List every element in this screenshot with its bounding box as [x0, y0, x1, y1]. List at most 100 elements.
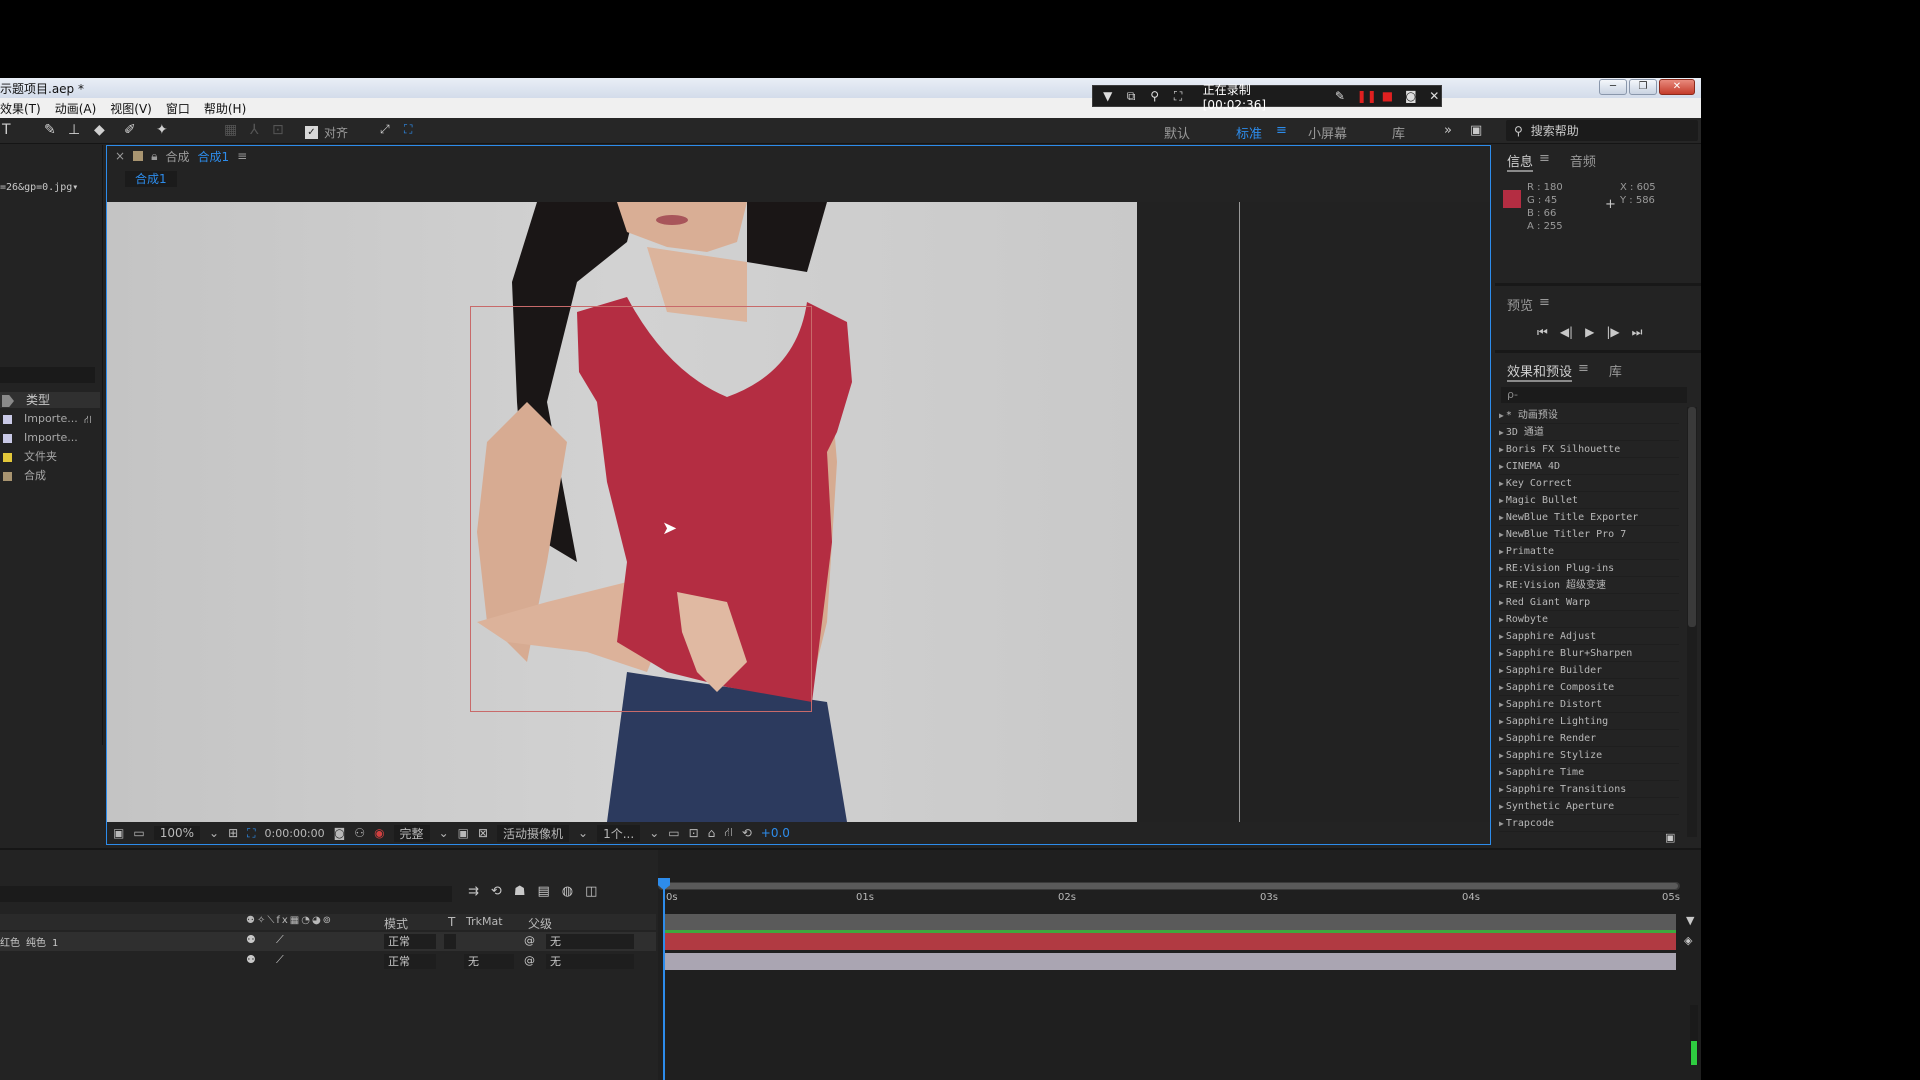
new-preset-icon[interactable]: ▣: [1665, 831, 1675, 844]
layer-parent-select[interactable]: 无: [546, 954, 634, 969]
mode-column-header[interactable]: 模式: [384, 915, 408, 932]
tab-info[interactable]: 信息: [1507, 151, 1534, 172]
shy-switch-icon[interactable]: ⚉: [246, 953, 256, 966]
layer-row[interactable]: ⚉ ⟋ 正常 无 @ 无: [0, 952, 656, 971]
effect-category[interactable]: ▶ 3D 通道: [1499, 424, 1679, 441]
tab-library[interactable]: 库: [1609, 361, 1622, 382]
project-item[interactable]: 合成: [0, 467, 100, 485]
layer-mode-select[interactable]: 正常: [384, 934, 436, 949]
composition-canvas[interactable]: ➤: [107, 202, 1137, 822]
panel-menu-icon[interactable]: ≡: [1539, 295, 1550, 314]
channel-icon[interactable]: ◉: [374, 826, 384, 840]
pen-icon[interactable]: ✎: [1333, 89, 1346, 103]
exposure-value[interactable]: +0.0: [761, 826, 790, 840]
chevron-down-icon[interactable]: ⌄: [209, 826, 219, 840]
time-navigator-range[interactable]: [660, 883, 1678, 889]
effect-category[interactable]: ▶ Sapphire Transitions: [1499, 781, 1679, 798]
effect-category[interactable]: ▶ RE:Vision 超级变速: [1499, 577, 1679, 594]
work-area-bar[interactable]: [663, 914, 1676, 930]
comp-marker-bin-icon[interactable]: ▼: [1686, 914, 1694, 927]
graph-editor-icon[interactable]: ◫: [585, 884, 597, 899]
current-time-indicator[interactable]: [663, 880, 665, 1080]
effect-category[interactable]: ▶ Sapphire Adjust: [1499, 628, 1679, 645]
layer-row[interactable]: 红色 纯色 1 ⚉ ⟋ 正常 @ 无: [0, 932, 656, 951]
text-tool-icon[interactable]: T: [2, 122, 11, 138]
more-workspaces-button[interactable]: »: [1444, 123, 1452, 138]
effects-search-input[interactable]: ρ-: [1501, 387, 1687, 403]
effect-category[interactable]: ▶ NewBlue Title Exporter: [1499, 509, 1679, 526]
axis-view-icon[interactable]: ⊡: [272, 122, 284, 138]
composition-tab-name[interactable]: 合成1: [197, 148, 229, 165]
panel-menu-icon[interactable]: ≡: [1539, 151, 1550, 172]
search-help-field[interactable]: ⚲ 搜索帮助: [1506, 120, 1698, 141]
chevron-down-icon[interactable]: ⌄: [649, 826, 659, 840]
minimize-icon[interactable]: ─: [1599, 79, 1627, 95]
effect-category[interactable]: ▶ Sapphire Distort: [1499, 696, 1679, 713]
effect-category[interactable]: ▶ Synthetic Aperture: [1499, 798, 1679, 815]
reset-exposure-icon[interactable]: ⟲: [742, 826, 752, 840]
current-timecode[interactable]: 0:00:00:00: [265, 827, 325, 840]
tab-effects-presets[interactable]: 效果和预设: [1507, 361, 1573, 382]
roto-brush-tool-icon[interactable]: ✐: [124, 122, 136, 138]
effect-category[interactable]: ▶ Rowbyte: [1499, 611, 1679, 628]
magnification-select[interactable]: 100%: [153, 826, 200, 840]
fullscreen-icon[interactable]: ⛶: [1171, 89, 1184, 104]
axis-world-icon[interactable]: ⅄: [250, 122, 259, 138]
layer-trkmat-select[interactable]: 无: [464, 954, 514, 969]
effect-category[interactable]: ▶ Sapphire Render: [1499, 730, 1679, 747]
last-frame-icon[interactable]: ⏭: [1632, 325, 1643, 340]
maximize-icon[interactable]: ❐: [1629, 79, 1657, 95]
snap-edge-icon[interactable]: ⤢: [380, 122, 390, 137]
effect-category[interactable]: ▶ Sapphire Stylize: [1499, 747, 1679, 764]
eraser-tool-icon[interactable]: ◆: [94, 122, 105, 138]
panel-divider[interactable]: [1495, 283, 1701, 286]
timeline-icon[interactable]: ⌂: [708, 826, 716, 840]
flowchart-icon[interactable]: ⛙: [724, 825, 732, 841]
composition-viewer[interactable]: ➤: [107, 202, 1137, 822]
effect-category[interactable]: ▶ Sapphire Lighting: [1499, 713, 1679, 730]
axis-local-icon[interactable]: ▦: [224, 122, 237, 138]
transparency-grid-icon[interactable]: ⊠: [478, 826, 488, 840]
project-item[interactable]: Importe...: [0, 429, 100, 447]
tab-audio[interactable]: 音频: [1570, 151, 1596, 172]
menu-help[interactable]: 帮助(H): [204, 100, 246, 117]
effect-category[interactable]: ▶ Key Correct: [1499, 475, 1679, 492]
motion-blur-icon[interactable]: ◍: [562, 884, 573, 899]
menu-effects[interactable]: 效果(T): [0, 100, 41, 117]
dropdown-icon[interactable]: ▼: [1101, 89, 1114, 103]
menu-window[interactable]: 窗口: [166, 100, 190, 117]
close-icon[interactable]: ✕: [1659, 79, 1695, 95]
layer-preserve-transparency[interactable]: [444, 934, 456, 949]
composition-flow-tab[interactable]: 合成1: [125, 171, 177, 187]
effect-category[interactable]: ▶ Sapphire Time: [1499, 764, 1679, 781]
effect-category[interactable]: ▶ Magic Bullet: [1499, 492, 1679, 509]
camera-icon[interactable]: ◙: [1404, 89, 1417, 103]
workspace-small-screen[interactable]: 小屏幕: [1308, 123, 1347, 142]
trkmat-column-header[interactable]: TrkMat: [466, 915, 503, 928]
quality-switch-icon[interactable]: ⟋: [276, 953, 284, 967]
workspace-default[interactable]: 默认: [1164, 123, 1190, 142]
scrollbar-thumb[interactable]: [1688, 407, 1696, 627]
effect-category[interactable]: ▶ Boris FX Silhouette: [1499, 441, 1679, 458]
snapping-toggle[interactable]: ✓ 对齐: [305, 124, 348, 141]
flowchart-icon[interactable]: ⛙: [84, 413, 92, 428]
quality-switch-icon[interactable]: ⟋: [276, 933, 284, 947]
draft-3d-icon[interactable]: ⟲: [491, 884, 502, 899]
effect-category[interactable]: ▶ NewBlue Titler Pro 7: [1499, 526, 1679, 543]
always-preview-icon[interactable]: ▣: [113, 826, 124, 840]
fast-previews-icon[interactable]: ⊡: [689, 826, 699, 840]
window-icon[interactable]: ⧉: [1124, 89, 1137, 104]
show-snapshot-icon[interactable]: ⚇: [354, 826, 365, 840]
panel-menu-icon[interactable]: ≡: [1578, 361, 1589, 382]
effect-category[interactable]: ▶ Red Giant Warp: [1499, 594, 1679, 611]
guide-line[interactable]: [1239, 202, 1240, 822]
recorder-close-icon[interactable]: ✕: [1428, 89, 1441, 103]
shy-switch-icon[interactable]: ⚉: [246, 933, 256, 946]
frame-blending-icon[interactable]: ▤: [537, 884, 549, 899]
layer-bounding-box[interactable]: [470, 306, 812, 712]
prev-frame-icon[interactable]: ◀|: [1560, 325, 1573, 340]
snapshot-icon[interactable]: ◙: [334, 826, 346, 840]
workspace-panel-icon[interactable]: ▣: [1470, 123, 1482, 138]
layer-duration-bar[interactable]: [663, 953, 1676, 970]
timeline-search-input[interactable]: [0, 886, 452, 902]
